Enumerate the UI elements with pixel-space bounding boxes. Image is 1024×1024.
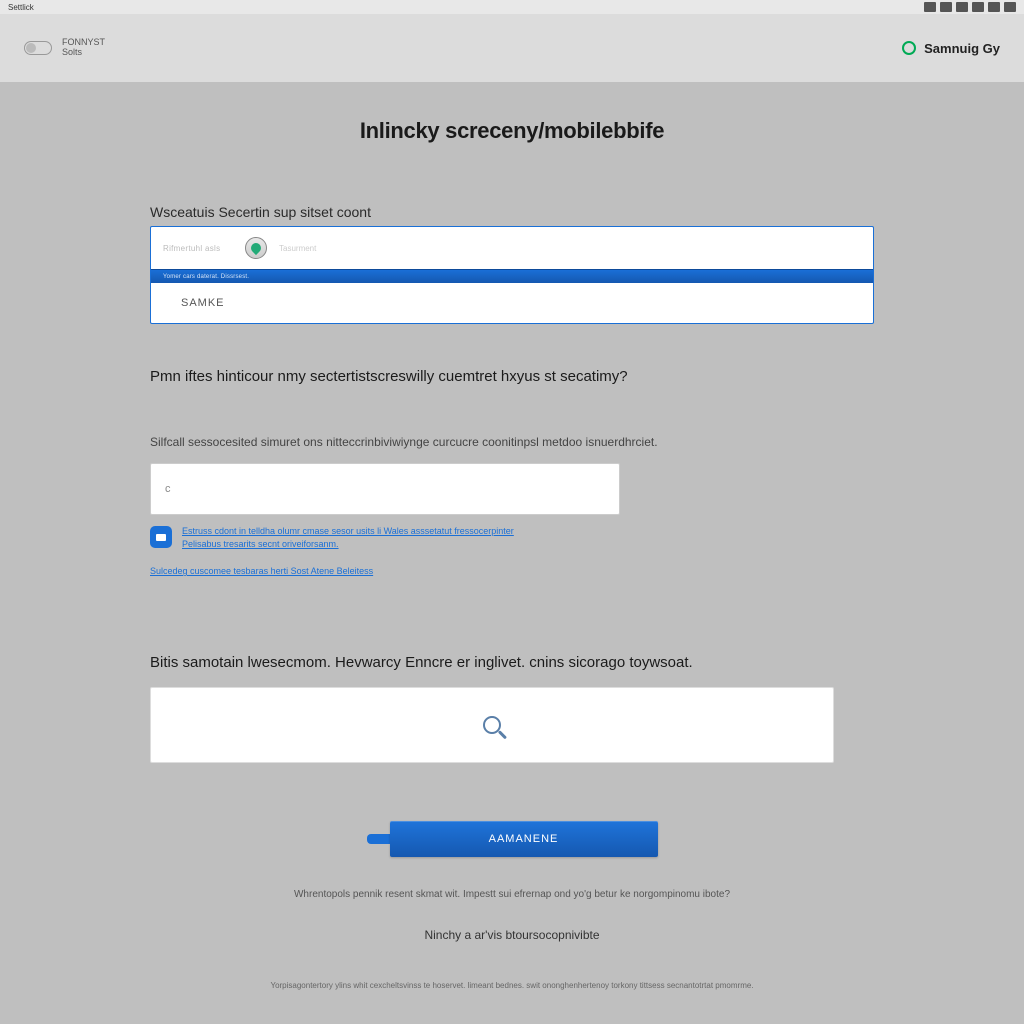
card-icon (150, 526, 172, 548)
account-tiny-text: Rifmertuhl asls (163, 244, 233, 253)
footnote-2: Ninchy a ar'vis btoursocopnivibte (0, 928, 1024, 942)
info-line1: Estruss cdont in telldha olumr cmase ses… (182, 526, 514, 536)
header-toggle[interactable] (24, 41, 52, 55)
search-input[interactable] (150, 687, 834, 763)
system-bar: Settlick (0, 0, 1024, 14)
submit-button[interactable]: AAMANENE (390, 821, 658, 857)
account-panel: Wsceatuis Secertin sup sitset coont Rifm… (150, 204, 874, 324)
page-title: Inlincky screceny/mobilebbife (0, 118, 1024, 144)
account-placeholder: Tasurment (279, 244, 316, 253)
brand-block[interactable]: Samnuig Gy (902, 41, 1000, 56)
account-row-main[interactable]: Rifmertuhl asls Tasurment (151, 227, 873, 269)
cta-row: AAMANENE (0, 821, 1024, 857)
header-left-line2: Solts (62, 48, 105, 58)
footnote-3: Yorpisagontertory ylins whit cexcheltsvi… (0, 980, 1024, 992)
section-heading: Bitis samotain lwesecmom. Hevwarcy Enncr… (150, 654, 874, 671)
info-line2: Pelisabus tresarits secnt oriveiforsanm. (182, 539, 339, 549)
sysbar-app-name: Settlick (8, 3, 34, 12)
secondary-link[interactable]: Sulcedeg cuscomee tesbaras herti Sost At… (150, 566, 1024, 576)
footnote-1: Whrentopols pennik resent skmat wit. Imp… (0, 889, 1024, 900)
cta-decor (367, 834, 393, 844)
sysbar-tray (924, 2, 1016, 12)
amount-input[interactable]: c (150, 463, 620, 515)
info-link[interactable]: Estruss cdont in telldha olumr cmase ses… (182, 525, 514, 550)
amount-value: c (165, 483, 171, 495)
instruction-text: Silfcall sessocesited simuret ons nittec… (150, 435, 874, 449)
info-row: Estruss cdont in telldha olumr cmase ses… (150, 525, 710, 550)
page-header: FONNYST Solts Samnuig Gy (0, 14, 1024, 82)
account-selector[interactable]: Rifmertuhl asls Tasurment Yomer cars dat… (150, 226, 874, 324)
tray-icon (940, 2, 952, 12)
tray-icon (924, 2, 936, 12)
account-selected-bar[interactable]: Yomer cars daterat. Dissrsest. (151, 269, 873, 283)
account-label: Wsceatuis Secertin sup sitset coont (150, 204, 874, 220)
question-heading: Pmn iftes hinticour nmy sectertistscresw… (150, 368, 874, 385)
brand-name: Samnuig Gy (924, 41, 1000, 56)
tray-icon (1004, 2, 1016, 12)
account-option[interactable]: SAMKE (151, 283, 873, 323)
tray-icon (988, 2, 1000, 12)
tray-icon (972, 2, 984, 12)
shield-icon (245, 237, 267, 259)
header-left-label: FONNYST Solts (62, 38, 105, 58)
page-body: Inlincky screceny/mobilebbife Wsceatuis … (0, 82, 1024, 1024)
header-left: FONNYST Solts (24, 38, 105, 58)
tray-icon (956, 2, 968, 12)
search-icon (483, 716, 501, 734)
globe-icon (902, 41, 916, 55)
